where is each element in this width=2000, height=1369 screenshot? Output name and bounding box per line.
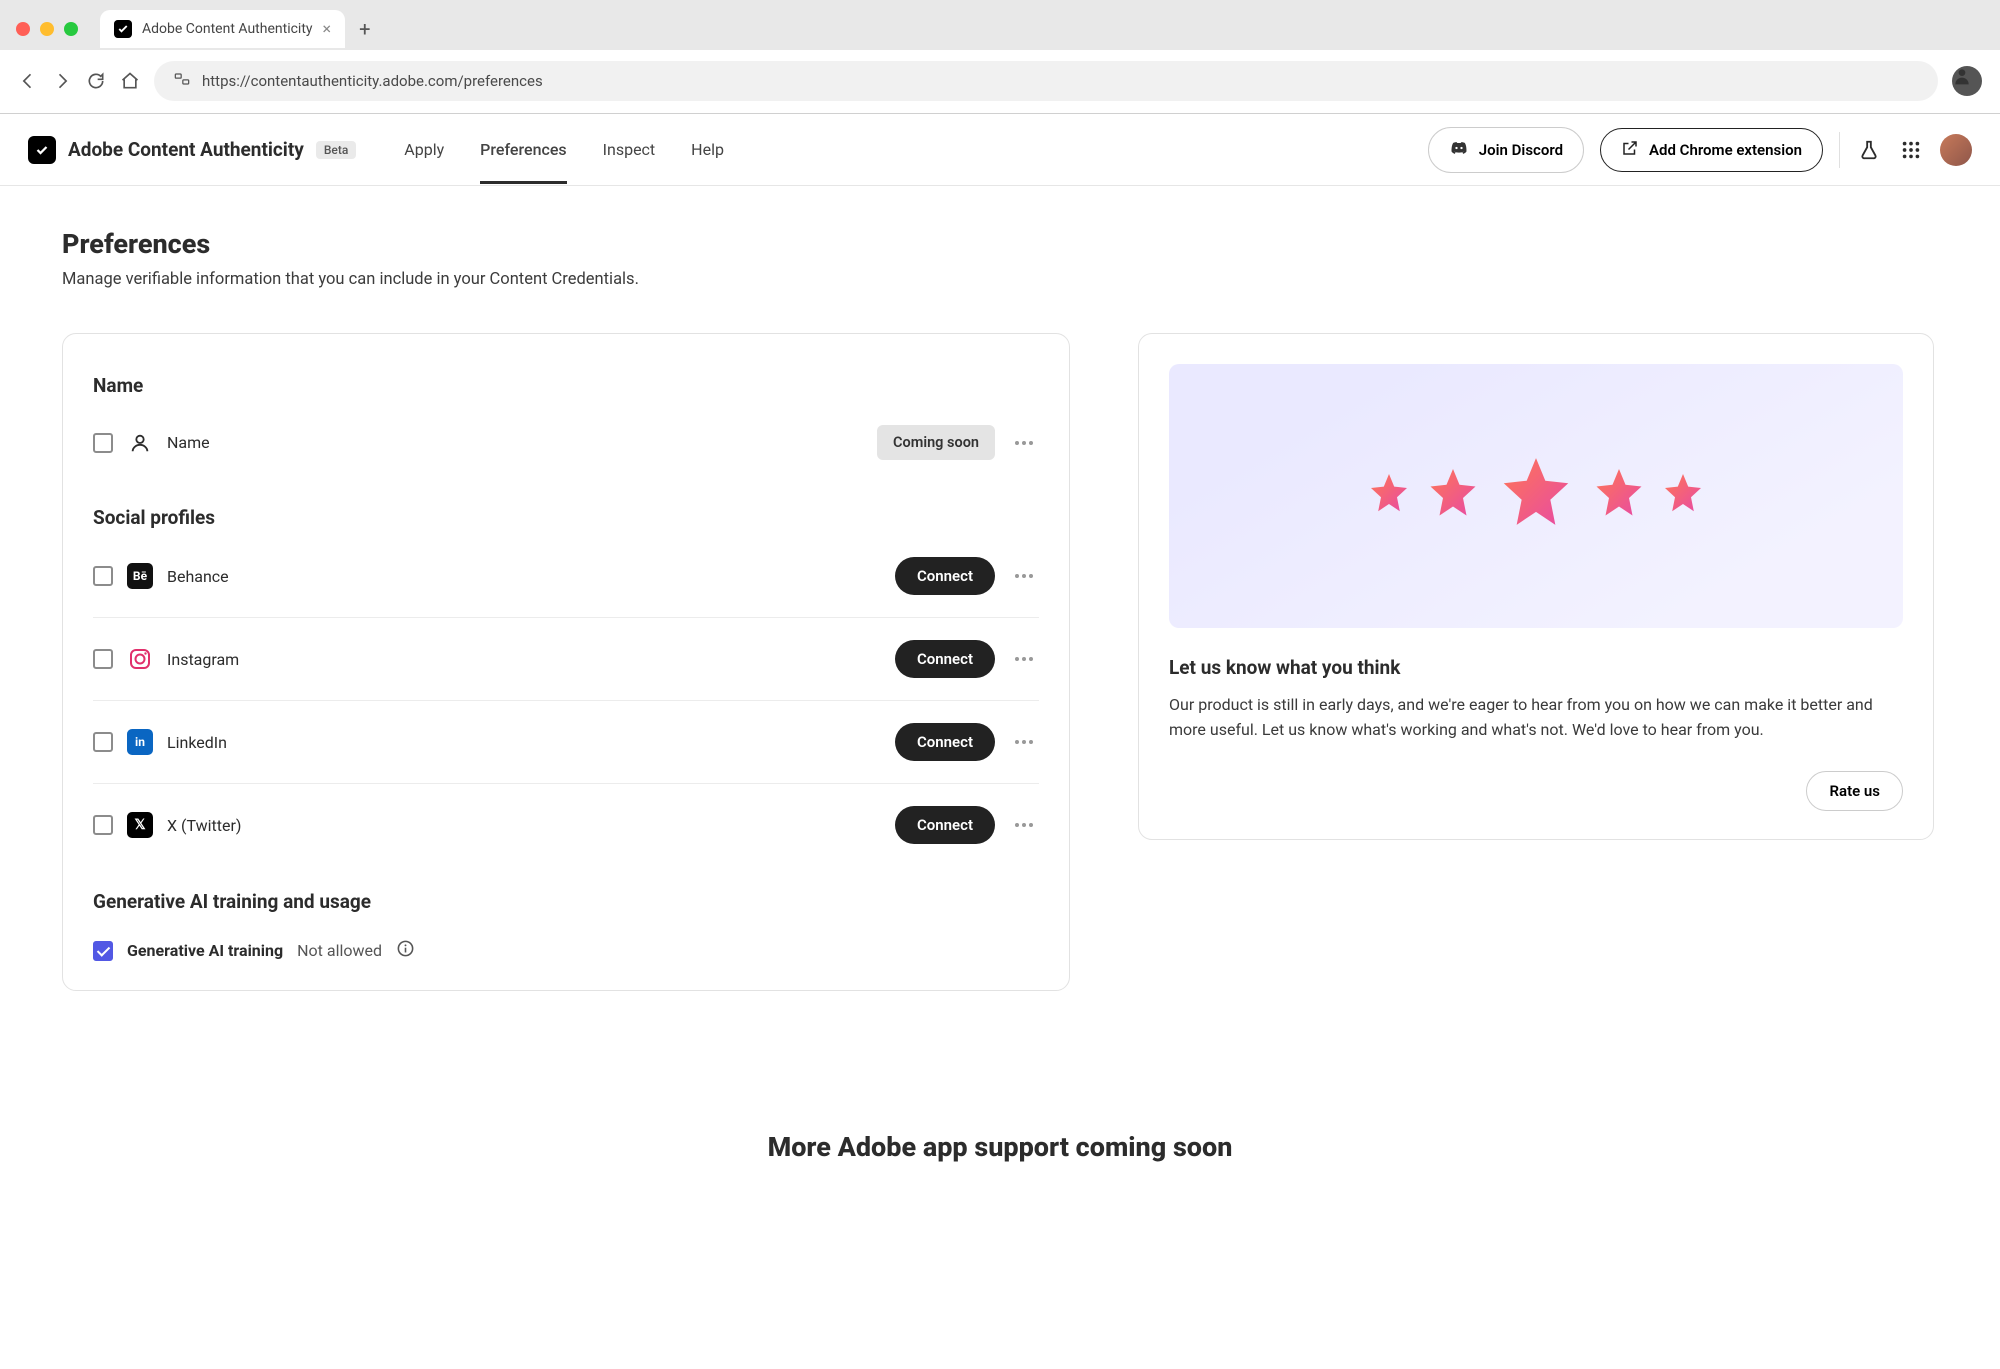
header-actions: Join Discord Add Chrome extension — [1428, 127, 1972, 173]
more-icon[interactable] — [1009, 740, 1039, 744]
home-icon[interactable] — [120, 71, 140, 91]
brand-title: Adobe Content Authenticity — [68, 138, 304, 161]
tab-favicon-icon — [114, 20, 132, 38]
external-link-icon — [1621, 139, 1639, 161]
behance-icon: Bē — [127, 563, 153, 589]
url-text: https://contentauthenticity.adobe.com/pr… — [202, 72, 543, 90]
nav-apply[interactable]: Apply — [404, 116, 444, 183]
site-info-icon[interactable] — [172, 69, 192, 93]
ai-training-label: Generative AI training — [127, 941, 283, 960]
name-checkbox[interactable] — [93, 433, 113, 453]
tab-bar: Adobe Content Authenticity × + — [0, 0, 2000, 50]
ai-training-checkbox[interactable] — [93, 941, 113, 961]
beta-badge: Beta — [316, 141, 356, 159]
star-icon — [1589, 464, 1649, 528]
social-section-title: Social profiles — [93, 506, 1039, 529]
user-avatar[interactable] — [1940, 134, 1972, 166]
rate-us-button[interactable]: Rate us — [1806, 771, 1903, 811]
linkedin-connect-button[interactable]: Connect — [895, 723, 995, 761]
x-row: 𝕏 X (Twitter) Connect — [93, 784, 1039, 866]
nav-inspect[interactable]: Inspect — [603, 116, 656, 183]
linkedin-icon: in — [127, 729, 153, 755]
more-icon[interactable] — [1009, 657, 1039, 661]
footer-heading: More Adobe app support coming soon — [62, 1131, 1938, 1163]
ai-training-row: Generative AI training Not allowed — [93, 919, 1039, 962]
linkedin-label: LinkedIn — [167, 733, 227, 752]
page-subtitle: Manage verifiable information that you c… — [62, 270, 1938, 289]
discord-icon — [1449, 138, 1469, 162]
instagram-checkbox[interactable] — [93, 649, 113, 669]
linkedin-row: in LinkedIn Connect — [93, 701, 1039, 784]
browser-toolbar: https://contentauthenticity.adobe.com/pr… — [0, 50, 2000, 113]
feedback-card: Let us know what you think Our product i… — [1138, 333, 1934, 840]
coming-soon-badge: Coming soon — [877, 425, 995, 460]
nav-preferences[interactable]: Preferences — [480, 116, 566, 183]
discord-label: Join Discord — [1479, 141, 1563, 159]
feedback-body: Our product is still in early days, and … — [1169, 693, 1903, 743]
behance-label: Behance — [167, 567, 229, 586]
nav-help[interactable]: Help — [691, 116, 724, 183]
browser-chrome: Adobe Content Authenticity × + https://c… — [0, 0, 2000, 114]
extension-label: Add Chrome extension — [1649, 141, 1802, 159]
ai-section-title: Generative AI training and usage — [93, 890, 1039, 913]
person-icon — [127, 430, 153, 456]
instagram-connect-button[interactable]: Connect — [895, 640, 995, 678]
maximize-window-icon[interactable] — [64, 22, 78, 36]
apps-grid-icon[interactable] — [1898, 137, 1924, 163]
x-checkbox[interactable] — [93, 815, 113, 835]
feedback-title: Let us know what you think — [1169, 656, 1903, 679]
preferences-card: Name Name Coming soon Social profiles Bē… — [62, 333, 1070, 991]
browser-profile-icon[interactable] — [1952, 66, 1982, 96]
x-icon: 𝕏 — [127, 812, 153, 838]
star-icon — [1659, 470, 1707, 522]
behance-checkbox[interactable] — [93, 566, 113, 586]
tab-title: Adobe Content Authenticity — [142, 21, 313, 37]
name-row: Name Coming soon — [93, 403, 1039, 482]
stars-illustration — [1169, 364, 1903, 628]
name-section-title: Name — [93, 374, 1039, 397]
back-icon[interactable] — [18, 71, 38, 91]
star-icon — [1423, 464, 1483, 528]
behance-connect-button[interactable]: Connect — [895, 557, 995, 595]
brand[interactable]: Adobe Content Authenticity Beta — [28, 136, 356, 164]
window-controls — [16, 22, 78, 36]
more-icon[interactable] — [1009, 574, 1039, 578]
more-icon[interactable] — [1009, 441, 1039, 445]
main-nav: Apply Preferences Inspect Help — [404, 116, 724, 183]
close-window-icon[interactable] — [16, 22, 30, 36]
more-icon[interactable] — [1009, 823, 1039, 827]
star-icon — [1493, 451, 1579, 541]
linkedin-checkbox[interactable] — [93, 732, 113, 752]
app-header: Adobe Content Authenticity Beta Apply Pr… — [0, 114, 2000, 186]
x-label: X (Twitter) — [167, 816, 241, 835]
page-title: Preferences — [62, 228, 1938, 260]
name-label: Name — [167, 433, 210, 452]
add-extension-button[interactable]: Add Chrome extension — [1600, 128, 1823, 172]
browser-tab[interactable]: Adobe Content Authenticity × — [100, 10, 345, 48]
ai-training-status: Not allowed — [297, 941, 382, 960]
x-connect-button[interactable]: Connect — [895, 806, 995, 844]
forward-icon[interactable] — [52, 71, 72, 91]
info-icon[interactable] — [396, 939, 415, 962]
address-bar[interactable]: https://contentauthenticity.adobe.com/pr… — [154, 61, 1938, 101]
instagram-icon — [127, 646, 153, 672]
new-tab-button[interactable]: + — [353, 17, 376, 41]
divider — [1839, 132, 1840, 168]
star-icon — [1365, 470, 1413, 522]
instagram-label: Instagram — [167, 650, 239, 669]
join-discord-button[interactable]: Join Discord — [1428, 127, 1584, 173]
page-content: Preferences Manage verifiable informatio… — [0, 186, 2000, 1205]
minimize-window-icon[interactable] — [40, 22, 54, 36]
instagram-row: Instagram Connect — [93, 618, 1039, 701]
reload-icon[interactable] — [86, 71, 106, 91]
behance-row: Bē Behance Connect — [93, 535, 1039, 618]
brand-logo-icon — [28, 136, 56, 164]
labs-icon[interactable] — [1856, 137, 1882, 163]
close-tab-icon[interactable]: × — [323, 21, 332, 37]
